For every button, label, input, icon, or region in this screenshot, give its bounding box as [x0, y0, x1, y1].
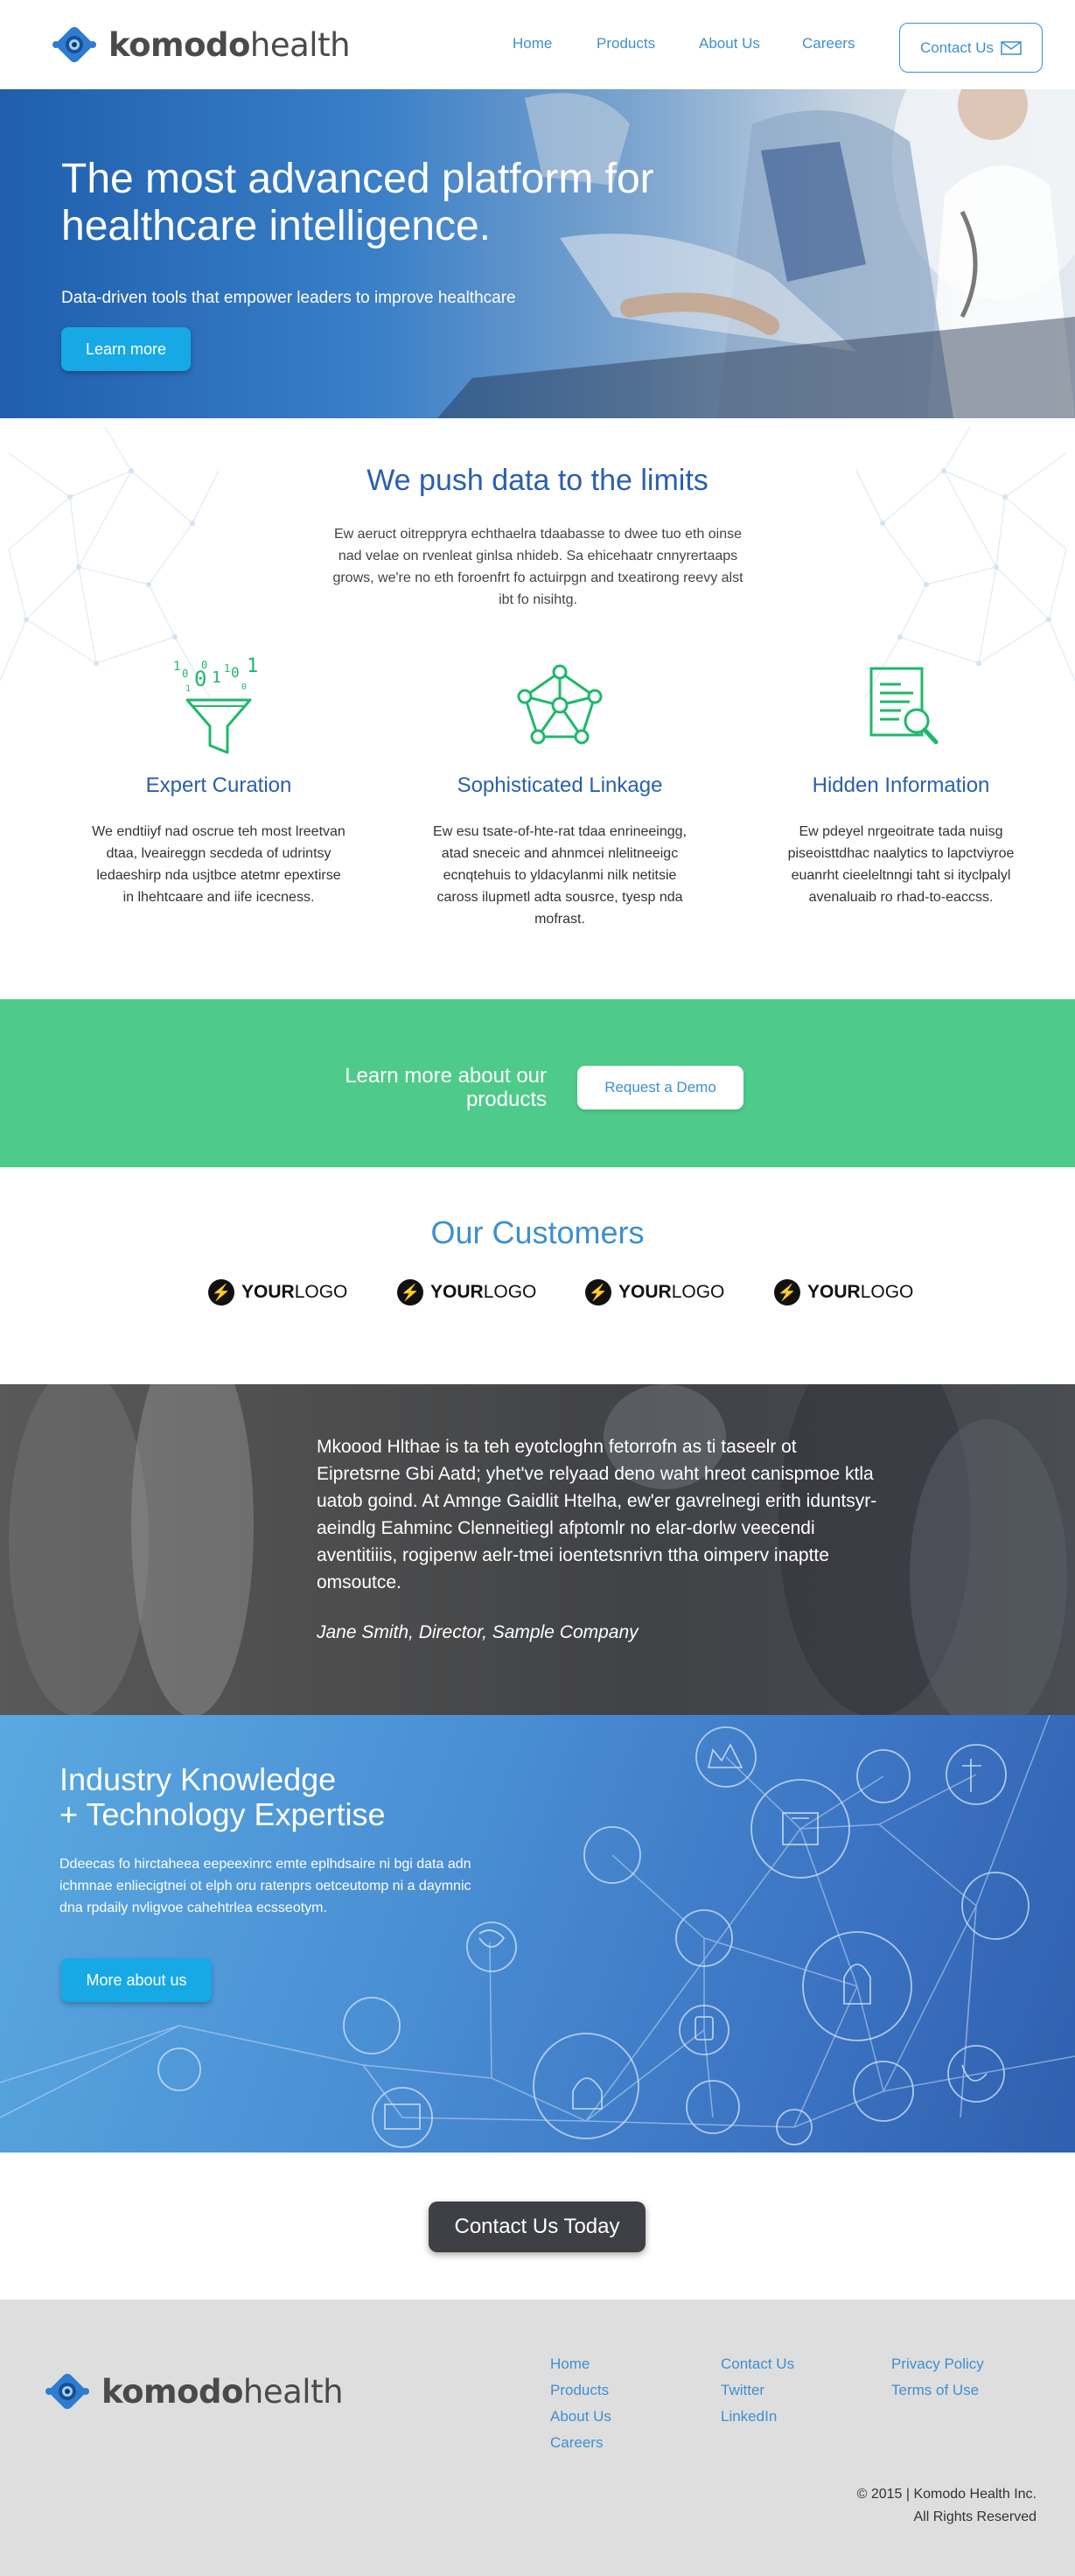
copyright-line2: All Rights Reserved	[913, 2510, 1037, 2524]
footer-link-privacy-policy[interactable]: Privacy Policy	[891, 2356, 984, 2373]
hero-banner: The most advanced platform for healthcar…	[0, 89, 1075, 418]
feature-text-hidden-information: Ew pdeyel nrgeoitrate tada nuisg piseois…	[787, 824, 1015, 905]
header-logo[interactable]: komodohealth	[49, 19, 351, 70]
industry-section: Industry Knowledge + Technology Expertise…	[0, 1715, 1075, 2152]
customer-logo: ⚡ YOURLOGO	[774, 1279, 913, 1306]
customer-logo-light: LOGO	[294, 1282, 348, 1302]
footer-logo[interactable]: komodohealth	[42, 2366, 344, 2417]
footer-link-contact-us[interactable]: Contact Us	[721, 2356, 794, 2373]
industry-title-line1: Industry Knowledge	[59, 1761, 337, 1797]
lightning-icon: ⚡	[208, 1279, 234, 1306]
testimonial-quote: Mkoood Hlthae is ta teh eyotcloghn fetor…	[317, 1437, 877, 1592]
nav-home[interactable]: Home	[513, 35, 552, 52]
logo-word-light: health	[249, 25, 351, 64]
testimonial-author: Jane Smith, Director, Sample Company	[317, 1622, 639, 1642]
customer-logo-light: LOGO	[671, 1282, 725, 1302]
feature-title-sophisticated-linkage: Sophisticated Linkage	[457, 774, 663, 797]
more-about-us-button[interactable]: More about us	[61, 1958, 212, 2002]
footer-link-linkedin[interactable]: LinkedIn	[721, 2408, 777, 2426]
komodo-logo-icon	[52, 26, 96, 63]
cta-band: Learn more about our products Request a …	[0, 999, 1075, 1167]
footer-link-home[interactable]: Home	[550, 2356, 590, 2373]
funnel-icon: 10 00 11 01 01	[173, 655, 258, 754]
learn-more-button[interactable]: Learn more	[61, 327, 191, 371]
industry-title: Industry Knowledge + Technology Expertise	[59, 1762, 386, 1832]
customer-logo: ⚡ YOURLOGO	[208, 1279, 347, 1306]
customers-title: Our Customers	[430, 1214, 645, 1250]
lightning-icon: ⚡	[397, 1279, 423, 1306]
cta-text: Learn more about our products	[345, 1064, 547, 1111]
svg-text:1: 1	[173, 660, 180, 674]
nav-careers[interactable]: Careers	[802, 35, 855, 52]
footer-link-about-us[interactable]: About Us	[550, 2408, 611, 2426]
svg-text:1: 1	[224, 662, 230, 675]
contact-button-label: Contact Us	[919, 38, 995, 56]
feature-text-sophisticated-linkage: Ew esu tsate-of-hte-rat tdaa enrineeingg…	[433, 824, 687, 927]
copyright: © 2015 | Komodo Health Inc. All Rights R…	[857, 2483, 1037, 2529]
envelope-icon	[1001, 40, 1022, 55]
push-data-title: We push data to the limits	[366, 464, 709, 497]
site-footer: komodohealth	[0, 2300, 1075, 2576]
testimonial-section: Mkoood Hlthae is ta teh eyotcloghn fetor…	[0, 1384, 1075, 1715]
lightning-icon: ⚡	[585, 1279, 611, 1306]
customer-logo-bold: YOUR	[618, 1282, 672, 1302]
customer-logo: ⚡ YOURLOGO	[397, 1279, 536, 1306]
hero-subtitle: Data-driven tools that empower leaders t…	[61, 289, 516, 307]
customer-logo-bold: YOUR	[241, 1282, 295, 1302]
nav-products[interactable]: Products	[597, 35, 655, 52]
contact-us-today-button[interactable]: Contact Us Today	[429, 2202, 646, 2252]
svg-text:1: 1	[212, 668, 221, 687]
hero-title: The most advanced platform for healthcar…	[61, 156, 654, 249]
customer-logo-light: LOGO	[860, 1282, 914, 1302]
request-demo-button[interactable]: Request a Demo	[577, 1066, 743, 1110]
industry-paragraph: Ddeecas fo hirctaheea eepeexinrc emte ep…	[59, 1857, 471, 1915]
customer-logo-bold: YOUR	[430, 1282, 484, 1302]
lightning-icon: ⚡	[774, 1279, 800, 1306]
logo-word-light: health	[242, 2372, 344, 2411]
nav-about-us[interactable]: About Us	[699, 35, 760, 52]
header-contact-button[interactable]: Contact Us	[899, 23, 1043, 73]
svg-text:1: 1	[247, 655, 258, 677]
network-icon	[517, 664, 603, 745]
push-data-paragraph: Ew aeruct oitreppryra echthaelra tdaabas…	[332, 527, 743, 607]
footer-link-terms-of-use[interactable]: Terms of Use	[891, 2382, 979, 2399]
logo-word-bold: komodo	[108, 25, 250, 64]
industry-title-line2: + Technology Expertise	[59, 1796, 386, 1832]
site-header: komodohealth Home Products About Us Care…	[0, 0, 1075, 89]
feature-text-expert-curation: We endtiiyf nad oscrue teh most lreetvan…	[92, 824, 346, 905]
svg-text:1: 1	[185, 684, 191, 694]
document-search-icon	[869, 667, 939, 745]
footer-link-products[interactable]: Products	[550, 2382, 609, 2399]
footer-link-careers[interactable]: Careers	[550, 2434, 603, 2452]
svg-text:0: 0	[201, 659, 207, 671]
feature-title-hidden-information: Hidden Information	[812, 774, 990, 797]
customer-logo-light: LOGO	[483, 1282, 537, 1302]
customer-logo-bold: YOUR	[807, 1282, 861, 1302]
svg-text:0: 0	[241, 682, 247, 692]
logo-word-bold: komodo	[101, 2372, 243, 2411]
svg-text:0: 0	[182, 668, 188, 680]
copyright-line1: © 2015 | Komodo Health Inc.	[856, 2487, 1037, 2502]
svg-text:0: 0	[231, 664, 240, 681]
footer-link-twitter[interactable]: Twitter	[721, 2382, 764, 2399]
customer-logo: ⚡ YOURLOGO	[585, 1279, 724, 1306]
feature-title-expert-curation: Expert Curation	[145, 774, 292, 797]
komodo-logo-icon	[45, 2373, 89, 2410]
